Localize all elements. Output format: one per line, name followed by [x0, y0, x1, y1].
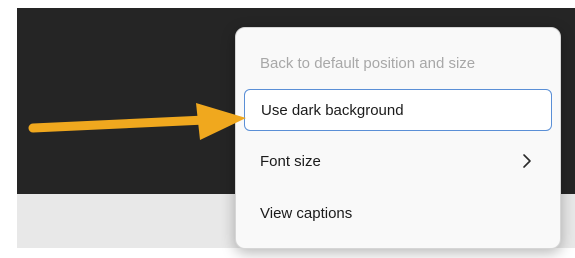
menu-item-use-dark-background[interactable]: Use dark background	[244, 89, 552, 131]
menu-item-label: View captions	[260, 204, 353, 222]
menu-item-view-captions[interactable]: View captions	[244, 192, 552, 234]
chevron-right-icon	[523, 154, 531, 168]
caption-context-menu: Back to default position and size Use da…	[235, 27, 561, 249]
menu-item-label: Back to default position and size	[260, 54, 476, 72]
menu-item-label: Font size	[260, 152, 321, 170]
menu-item-label: Use dark background	[261, 101, 404, 119]
menu-item-font-size[interactable]: Font size	[244, 140, 552, 182]
menu-item-back-to-default: Back to default position and size	[244, 42, 552, 84]
